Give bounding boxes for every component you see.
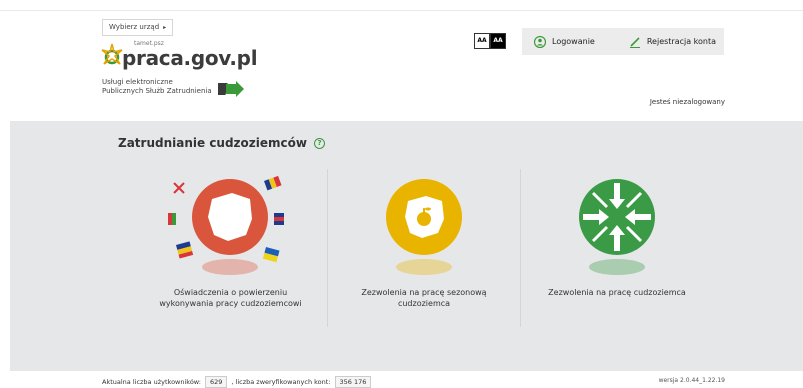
- card-statements-line-2: wykonywania pracy cudzoziemcowi: [159, 299, 302, 308]
- card-work-permits[interactable]: Zezwolenia na pracę cudzoziemca: [520, 169, 713, 327]
- accounts-count: 356 176: [334, 376, 372, 388]
- arrows-inward-icon: [579, 179, 655, 275]
- logo-star-icon: [101, 43, 123, 65]
- choose-office-button[interactable]: Wybierz urząd ▸: [102, 19, 174, 36]
- footer-stats: Aktualna liczba użytkowników: 629 , licz…: [102, 376, 375, 388]
- contrast-normal-button[interactable]: AA: [474, 33, 490, 49]
- services-line-2: Publicznych Służb Zatrudnienia: [102, 87, 212, 95]
- card-seasonal-line-1: Zezwolenia na pracę sezonową: [361, 288, 487, 297]
- users-label: Aktualna liczba użytkowników:: [102, 378, 201, 386]
- card-statements-line-1: Oświadczenia o powierzeniu: [173, 288, 288, 297]
- contrast-high-button[interactable]: AA: [490, 33, 506, 49]
- pencil-icon: [629, 36, 640, 48]
- card-seasonal-permits[interactable]: Zezwolenia na pracę sezonową cudzoziemca: [327, 169, 520, 327]
- page-title: Zatrudnianie cudzoziemców ?: [118, 136, 325, 150]
- contrast-switch: AA AA: [474, 33, 506, 49]
- main-panel: Zatrudnianie cudzoziemców ? Oświadczenia…: [10, 121, 803, 371]
- chevron-right-icon: ▸: [163, 24, 167, 31]
- card-seasonal-label: Zezwolenia na pracę sezonową cudzoziemca: [328, 287, 520, 309]
- help-icon[interactable]: ?: [313, 137, 325, 149]
- page-title-text: Zatrudnianie cudzoziemców: [118, 136, 307, 150]
- users-count: 629: [204, 376, 228, 388]
- accounts-label: , liczba zweryfikowanych kont:: [231, 378, 331, 386]
- services-label: Usługi elektroniczne Publicznych Służb Z…: [102, 78, 212, 96]
- logo-text: praca.gov.pl: [122, 46, 258, 70]
- card-statements[interactable]: Oświadczenia o powierzeniu wykonywania p…: [134, 169, 327, 327]
- services-arrow-icon: [218, 81, 244, 97]
- card-seasonal-line-2: cudzoziemca: [397, 299, 451, 308]
- apple-map-icon: [386, 179, 462, 275]
- version-label: wersja 2.0.44_1.22.19: [658, 377, 725, 384]
- site-logo[interactable]: tamet.psz praca.gov.pl: [100, 40, 258, 74]
- card-work-permits-label: Zezwolenia na pracę cudzoziemca: [521, 287, 713, 298]
- auth-bar: Logowanie Rejestracja konta: [522, 28, 724, 55]
- register-label: Rejestracja konta: [646, 37, 717, 46]
- login-button[interactable]: Logowanie: [534, 35, 595, 48]
- card-work-permits-line-1: Zezwolenia na pracę cudzoziemca: [548, 288, 686, 297]
- card-statements-label: Oświadczenia o powierzeniu wykonywania p…: [134, 287, 327, 309]
- services-line-1: Usługi elektroniczne: [102, 78, 173, 86]
- login-status: Jesteś niezalogowany: [649, 98, 725, 106]
- poland-map-flags-icon: [168, 175, 284, 275]
- user-icon: [534, 35, 546, 48]
- choose-office-label: Wybierz urząd: [109, 23, 160, 31]
- service-cards: Oświadczenia o powierzeniu wykonywania p…: [134, 169, 714, 327]
- register-button[interactable]: Rejestracja konta: [629, 36, 716, 48]
- top-divider: [0, 10, 803, 11]
- login-label: Logowanie: [552, 37, 595, 46]
